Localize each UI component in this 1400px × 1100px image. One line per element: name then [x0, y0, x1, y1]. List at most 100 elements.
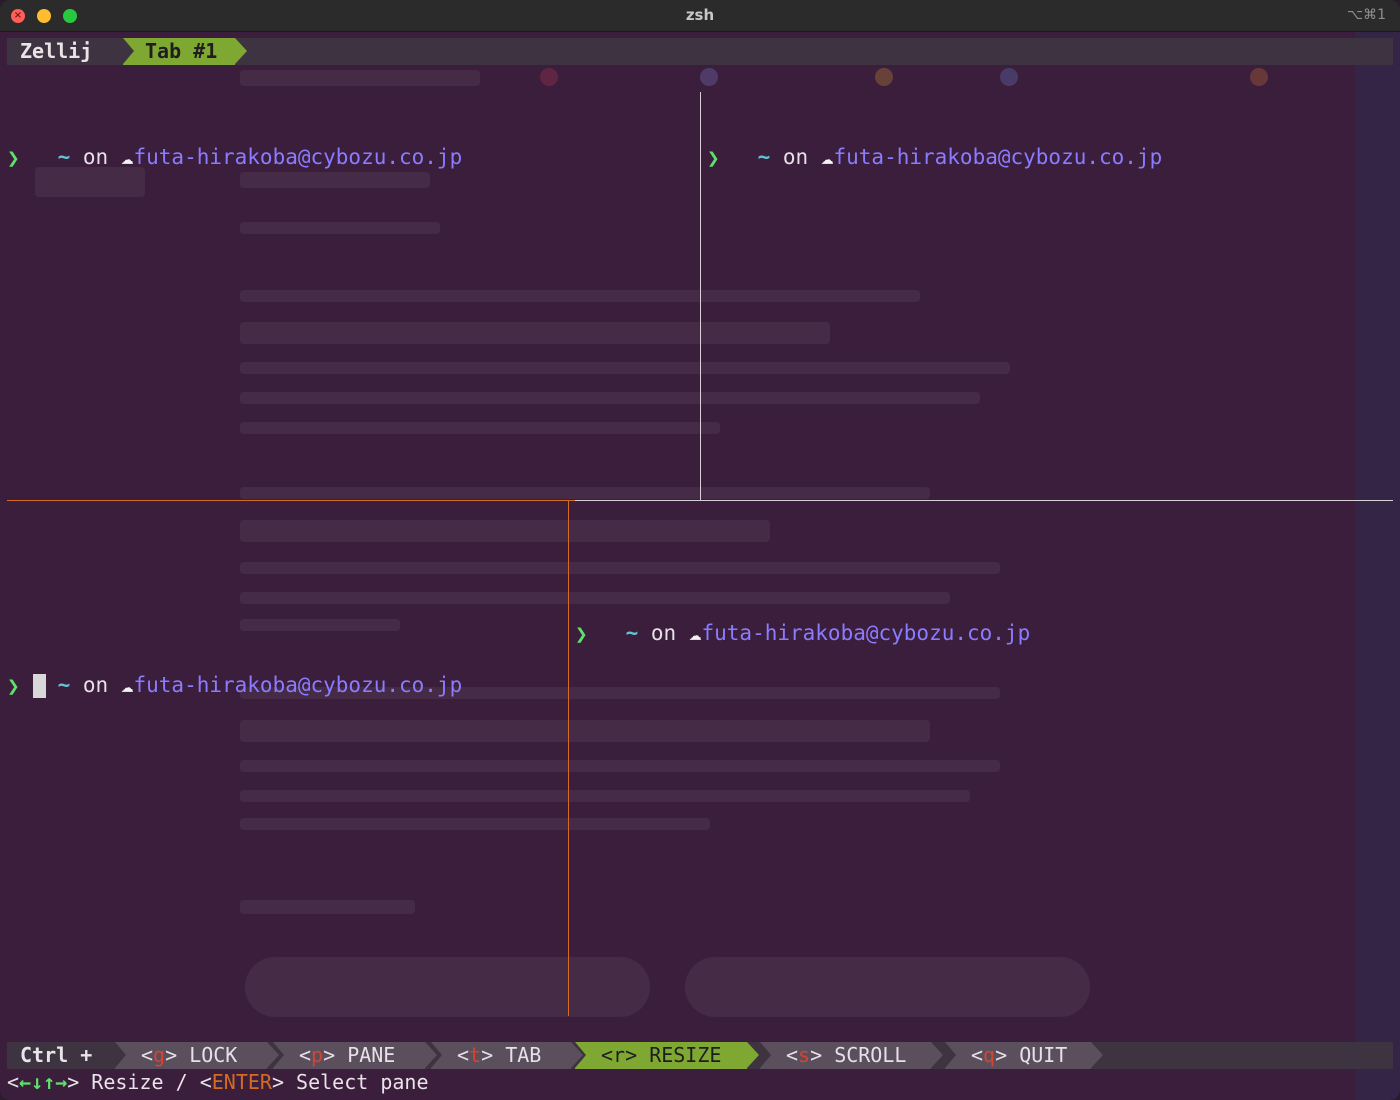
- ghost-bar: [240, 619, 400, 631]
- hint-enter-key: ENTER: [211, 1070, 272, 1094]
- ghost-bar: [240, 222, 440, 234]
- mode-bracket: <: [141, 1043, 154, 1067]
- prompt-directory: ~: [57, 673, 71, 697]
- keybinding-hint: <←↓↑→> Resize / <ENTER> Select pane: [7, 1069, 429, 1096]
- cloud-icon: ☁: [688, 621, 702, 645]
- ghost-bar: [240, 362, 1010, 374]
- mode-pane[interactable]: <p> PANE: [273, 1042, 437, 1069]
- window-shortcut: ⌥⌘1: [1346, 7, 1386, 23]
- ghost-bar: [240, 422, 720, 434]
- hint-select-label: Select pane: [284, 1070, 429, 1094]
- prompt-directory: ~: [757, 145, 771, 169]
- terminal-cursor[interactable]: [33, 674, 46, 698]
- prompt-on: on: [82, 145, 109, 169]
- pane-divider-vertical-focused[interactable]: [568, 500, 569, 1016]
- mode-bracket: >: [625, 1043, 638, 1067]
- ghost-bar: [240, 392, 980, 404]
- ghost-bar: [240, 520, 770, 542]
- mode-bracket: >: [810, 1043, 823, 1067]
- prompt-caret: ❯: [7, 674, 20, 698]
- ghost-bar: [240, 760, 1000, 772]
- ghost-bar: [240, 818, 710, 830]
- mode-bracket: <: [786, 1043, 799, 1067]
- mode-bracket: >: [481, 1043, 494, 1067]
- mode-label: RESIZE: [649, 1043, 722, 1067]
- cloud-icon: ☁: [120, 673, 134, 697]
- pane-divider-vertical-top[interactable]: [700, 92, 701, 501]
- ghost-bar: [240, 290, 920, 302]
- mode-label: LOCK: [189, 1043, 238, 1067]
- mode-key: r: [613, 1043, 626, 1067]
- zellij-tab-bar: Zellij Tab #1: [7, 38, 1393, 65]
- prompt-account: futa-hirakoba@cybozu.co.jp: [133, 673, 463, 697]
- mode-key: q: [983, 1043, 996, 1067]
- mode-scroll[interactable]: <s> SCROLL: [760, 1042, 943, 1069]
- mode-bracket: <: [971, 1043, 984, 1067]
- mode-bracket: >: [323, 1043, 336, 1067]
- ghost-bar: [240, 487, 930, 499]
- background-strip: [1355, 32, 1400, 1100]
- hint-bracket: >: [271, 1070, 284, 1094]
- ghost-dot: [700, 68, 718, 86]
- prompt-directory: ~: [625, 621, 639, 645]
- mode-key: t: [469, 1043, 482, 1067]
- hint-resize-label: Resize /: [79, 1070, 200, 1094]
- mode-key: g: [153, 1043, 166, 1067]
- ghost-dot: [540, 68, 558, 86]
- hint-bracket: <: [7, 1070, 20, 1094]
- arrow-keys-icon: ←↓↑→: [19, 1070, 68, 1094]
- mode-lock[interactable]: <g> LOCK: [115, 1042, 279, 1069]
- pane-top-left-prompt[interactable]: ~ on ☁futa-hirakoba@cybozu.co.jp: [7, 118, 463, 196]
- pane-divider-horizontal[interactable]: [575, 500, 1393, 501]
- ghost-bar: [240, 322, 830, 344]
- prompt-on: on: [650, 621, 677, 645]
- mode-resize[interactable]: <r> RESIZE: [575, 1042, 759, 1069]
- mode-quit[interactable]: <q> QUIT: [945, 1042, 1103, 1069]
- prompt-caret: ❯: [7, 146, 20, 170]
- tab-1[interactable]: Tab #1: [123, 38, 247, 65]
- window-titlebar: × zsh ⌥⌘1: [0, 0, 1400, 32]
- zellij-status-bar: Ctrl + <g> LOCK <p> PANE <t> TAB <r> RES…: [7, 1042, 1393, 1069]
- mode-bracket: <: [601, 1043, 614, 1067]
- mode-bracket: >: [995, 1043, 1008, 1067]
- mode-key: p: [311, 1043, 324, 1067]
- mode-bracket: <: [457, 1043, 470, 1067]
- prompt-on: on: [782, 145, 809, 169]
- mode-bracket: <: [299, 1043, 312, 1067]
- mode-tab[interactable]: <t> TAB: [431, 1042, 583, 1069]
- pane-bottom-right-prompt[interactable]: ~ on ☁futa-hirakoba@cybozu.co.jp: [575, 594, 1031, 672]
- terminal-window: × zsh ⌥⌘1 Zellij Tab #1 ~ on ☁futa-hirak…: [0, 0, 1400, 1100]
- cloud-icon: ☁: [820, 145, 834, 169]
- ghost-bar: [245, 957, 650, 1017]
- ghost-bar: [240, 900, 415, 914]
- ghost-dot: [1250, 68, 1268, 86]
- ghost-dot: [1000, 68, 1018, 86]
- cloud-icon: ☁: [120, 145, 134, 169]
- prompt-account: futa-hirakoba@cybozu.co.jp: [133, 145, 463, 169]
- hint-bracket: <: [199, 1070, 212, 1094]
- modifier-label: Ctrl +: [20, 1043, 93, 1067]
- mode-key: s: [798, 1043, 811, 1067]
- prompt-caret: ❯: [575, 622, 588, 646]
- prompt-caret: ❯: [707, 146, 720, 170]
- ghost-bar: [685, 957, 1090, 1017]
- prompt-account: futa-hirakoba@cybozu.co.jp: [833, 145, 1163, 169]
- prompt-account: futa-hirakoba@cybozu.co.jp: [701, 621, 1031, 645]
- mode-label: QUIT: [1019, 1043, 1068, 1067]
- mode-label: SCROLL: [834, 1043, 907, 1067]
- hint-bracket: >: [67, 1070, 80, 1094]
- pane-divider-horizontal-focused[interactable]: [7, 500, 575, 501]
- ghost-dot: [875, 68, 893, 86]
- pane-bottom-left-prompt[interactable]: ~ on ☁futa-hirakoba@cybozu.co.jp: [7, 646, 463, 724]
- window-title: zsh: [685, 6, 715, 24]
- pane-top-right-prompt[interactable]: ~ on ☁futa-hirakoba@cybozu.co.jp: [707, 118, 1163, 196]
- mode-label: PANE: [347, 1043, 396, 1067]
- prompt-on: on: [82, 673, 109, 697]
- prompt-directory: ~: [57, 145, 71, 169]
- ghost-bar: [240, 790, 970, 802]
- ghost-bar: [240, 562, 1000, 574]
- mode-label: TAB: [505, 1043, 542, 1067]
- ghost-bar: [240, 70, 480, 86]
- mode-bracket: >: [165, 1043, 178, 1067]
- session-name: Zellij: [20, 39, 93, 63]
